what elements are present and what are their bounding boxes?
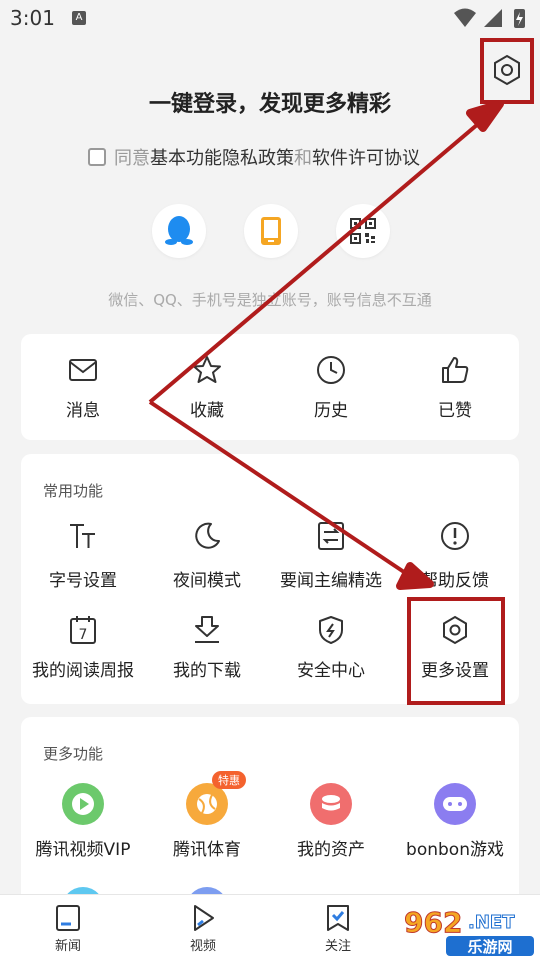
- qq-login-button[interactable]: [152, 204, 206, 258]
- site-watermark: 962 .NET 乐游网: [404, 906, 534, 956]
- follow-icon: [327, 905, 349, 931]
- agree-checkbox[interactable]: [88, 148, 106, 166]
- security-center-label: 安全中心: [297, 661, 365, 681]
- watermark-number: 962: [404, 906, 462, 939]
- play-icon: [62, 783, 104, 825]
- help-feedback[interactable]: 帮助反馈: [393, 520, 517, 591]
- calendar-day: 7: [79, 627, 88, 643]
- thumbs-up-icon: [442, 357, 469, 383]
- quick-history-label: 历史: [314, 401, 348, 421]
- agree-prefix: 同意: [114, 148, 150, 169]
- tencent-video-vip[interactable]: 腾讯视频VIP: [21, 783, 145, 860]
- tencent-sports-label: 腾讯体育: [173, 840, 241, 860]
- quick-liked-label: 已赞: [438, 401, 472, 421]
- ball-icon: 特惠: [186, 771, 246, 825]
- status-bar: 3:01 A: [0, 0, 540, 36]
- quick-favorites[interactable]: 收藏: [145, 354, 269, 421]
- tab-news[interactable]: 新闻: [28, 903, 108, 954]
- clock-icon: [317, 356, 345, 384]
- tab-follow[interactable]: 关注: [298, 903, 378, 954]
- qr-login-button[interactable]: [336, 204, 390, 258]
- moon-icon: [195, 522, 220, 549]
- wallet-icon: [310, 783, 352, 825]
- my-assets[interactable]: 我的资产: [269, 783, 393, 860]
- video-icon: [194, 905, 214, 931]
- signal-icon: [484, 9, 502, 27]
- tab-follow-label: 关注: [324, 939, 351, 954]
- calendar-icon: 7: [70, 616, 96, 644]
- news-icon: [56, 905, 80, 931]
- quick-favorites-label: 收藏: [190, 401, 224, 421]
- font-size-setting[interactable]: 字号设置: [21, 520, 145, 591]
- bonbon-games-label: bonbon游戏: [406, 840, 504, 860]
- tab-video[interactable]: 视频: [163, 903, 243, 954]
- download-icon: [195, 616, 219, 643]
- status-icons: [454, 8, 525, 28]
- login-note: 微信、QQ、手机号是独立账号，账号信息不互通: [108, 291, 432, 309]
- tab-video-label: 视频: [189, 939, 216, 954]
- font-size-icon: [70, 524, 95, 548]
- more-functions-card: 更多功能 腾讯视频VIP 特惠 腾讯体育 我的资产 bonbon游戏: [21, 717, 519, 929]
- my-downloads-label: 我的下载: [173, 661, 241, 681]
- font-size-label: 字号设置: [49, 571, 117, 591]
- bonbon-games[interactable]: bonbon游戏: [393, 783, 517, 860]
- info-icon: [441, 522, 469, 550]
- star-icon: [193, 356, 221, 383]
- quick-messages[interactable]: 消息: [21, 354, 145, 421]
- help-feedback-label: 帮助反馈: [421, 571, 489, 591]
- login-methods: [0, 204, 540, 260]
- weekly-report-label: 我的阅读周报: [32, 661, 134, 681]
- status-time: 3:01: [10, 6, 55, 30]
- qr-code-icon: [350, 218, 376, 244]
- security-center[interactable]: 安全中心: [269, 614, 393, 681]
- editor-picks[interactable]: 要闻主编精选: [269, 520, 393, 591]
- qq-penguin-icon: [165, 216, 193, 245]
- tab-news-label: 新闻: [54, 939, 81, 954]
- tencent-sports[interactable]: 特惠 腾讯体育: [145, 771, 269, 860]
- gamepad-icon: [434, 783, 476, 825]
- agreement-row[interactable]: 同意 基本功能隐私政策 和 软件许可协议: [88, 144, 420, 170]
- editor-picks-label: 要闻主编精选: [280, 571, 382, 591]
- promo-badge: 特惠: [212, 771, 246, 789]
- license-link[interactable]: 软件许可协议: [312, 144, 420, 170]
- quick-history[interactable]: 历史: [269, 354, 393, 421]
- mail-icon: [69, 359, 97, 381]
- phone-icon: [261, 217, 281, 245]
- quick-liked[interactable]: 已赞: [393, 354, 517, 421]
- watermark-suffix: .NET: [468, 912, 515, 933]
- quick-messages-label: 消息: [66, 401, 100, 421]
- quick-actions-card: 消息 收藏 历史 已赞: [21, 334, 519, 440]
- login-title: 一键登录，发现更多精彩: [148, 92, 391, 117]
- highlight-box-top-settings: [480, 38, 534, 104]
- common-functions-title: 常用功能: [43, 482, 104, 500]
- night-mode-label: 夜间模式: [173, 571, 241, 591]
- night-mode[interactable]: 夜间模式: [145, 520, 269, 591]
- wifi-icon: [454, 8, 476, 27]
- more-functions-title: 更多功能: [43, 745, 104, 763]
- phone-login-button[interactable]: [244, 204, 298, 258]
- my-assets-label: 我的资产: [297, 840, 365, 860]
- agree-and: 和: [294, 148, 312, 169]
- my-downloads[interactable]: 我的下载: [145, 614, 269, 681]
- weekly-report[interactable]: 7 我的阅读周报: [21, 614, 145, 681]
- watermark-site: 乐游网: [467, 938, 512, 956]
- shield-icon: [319, 616, 343, 644]
- notification-a-icon: A: [72, 11, 86, 25]
- privacy-policy-link[interactable]: 基本功能隐私政策: [150, 144, 294, 170]
- highlight-box-more-settings: [407, 597, 505, 705]
- swap-list-icon: [318, 522, 344, 550]
- tencent-video-vip-label: 腾讯视频VIP: [35, 840, 131, 860]
